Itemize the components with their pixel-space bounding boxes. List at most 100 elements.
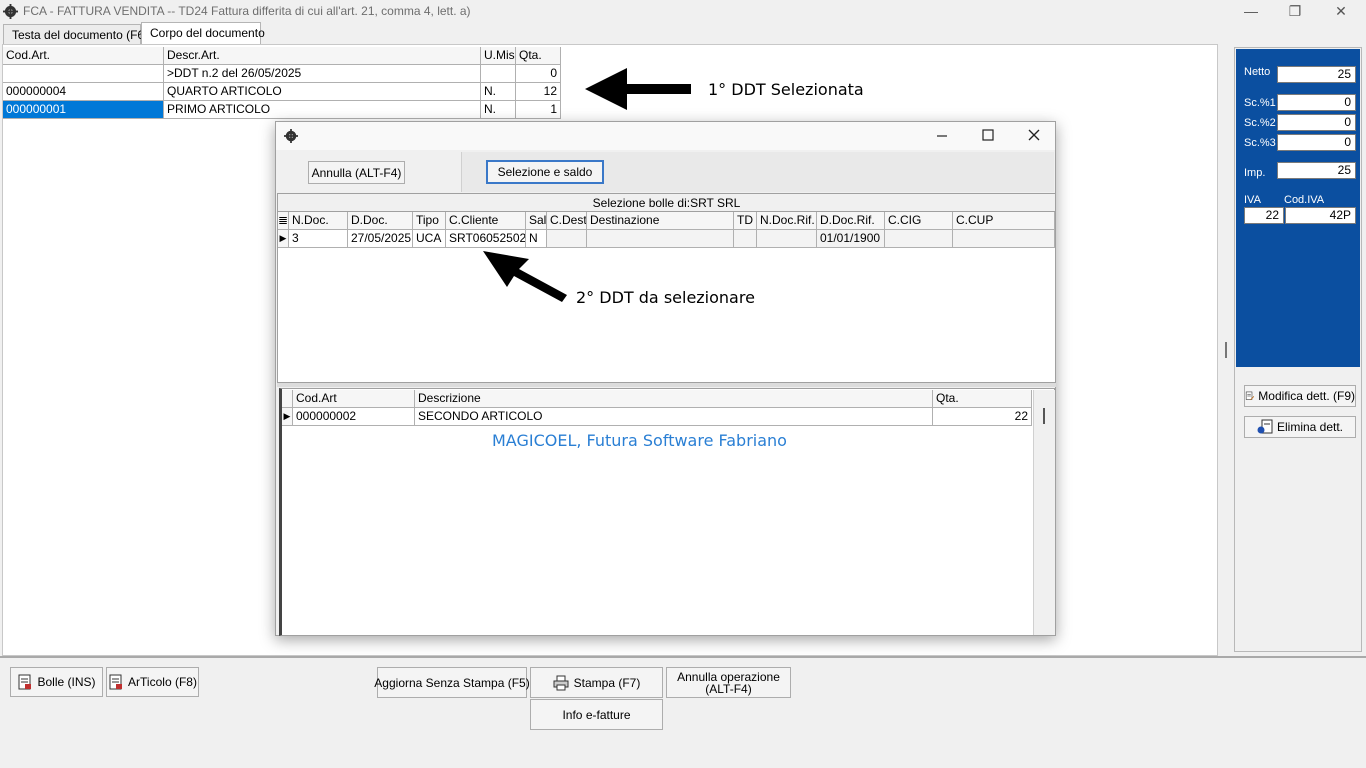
col-cod-art[interactable]: Cod.Art. bbox=[3, 47, 164, 65]
table-row-cell[interactable]: 12 bbox=[516, 83, 561, 101]
table-row-cell[interactable] bbox=[885, 230, 953, 248]
iva-field[interactable]: 22 bbox=[1244, 207, 1284, 224]
table-row-cell[interactable] bbox=[757, 230, 817, 248]
col-td[interactable]: TD bbox=[734, 212, 757, 230]
col-ndoc[interactable]: N.Doc. bbox=[289, 212, 348, 230]
annulla-operazione-label-1: Annulla operazione bbox=[677, 669, 780, 684]
col-sal[interactable]: Sal bbox=[526, 212, 547, 230]
col-umis[interactable]: U.Mis. bbox=[481, 47, 516, 65]
table-row-cell[interactable]: 000000004 bbox=[3, 83, 164, 101]
sc3-label: Sc.%3 bbox=[1244, 137, 1276, 149]
totals-panel: Netto 25 Sc.%1 0 Sc.%2 0 Sc.%3 0 Imp. 25… bbox=[1236, 49, 1360, 367]
annotation-second-ddt: 2° DDT da selezionare bbox=[576, 288, 755, 307]
bolle-label: Bolle (INS) bbox=[37, 675, 96, 689]
info-efatture-button[interactable]: Info e-fatture bbox=[530, 699, 663, 730]
table-row-cell[interactable] bbox=[953, 230, 1055, 248]
minimize-icon[interactable] bbox=[936, 130, 948, 142]
table-row-cell[interactable]: N bbox=[526, 230, 547, 248]
annulla-operazione-button[interactable]: Annulla operazione (ALT-F4) bbox=[666, 667, 791, 698]
dialog-splitter[interactable] bbox=[277, 383, 1056, 387]
detail-scrollbar[interactable] bbox=[1033, 390, 1055, 635]
table-row-cell[interactable]: 27/05/2025 bbox=[348, 230, 413, 248]
col-cod-art-detail[interactable]: Cod.Art bbox=[293, 390, 415, 408]
gear-app-icon bbox=[284, 129, 298, 143]
articolo-button[interactable]: ArTicolo (F8) bbox=[106, 667, 199, 697]
col-descr-art[interactable]: Descr.Art. bbox=[164, 47, 481, 65]
col-ccig[interactable]: C.CIG bbox=[885, 212, 953, 230]
col-cdest[interactable]: C.Dest. bbox=[547, 212, 587, 230]
col-destinazione[interactable]: Destinazione bbox=[587, 212, 734, 230]
table-row-cell[interactable] bbox=[587, 230, 734, 248]
table-row-cell[interactable]: UCA bbox=[413, 230, 446, 248]
selezione-bolle-dialog: Annulla (ALT-F4) Selezione e saldo Selez… bbox=[275, 121, 1056, 636]
table-row-cell[interactable]: 22 bbox=[933, 408, 1032, 426]
codiva-field[interactable]: 42P bbox=[1285, 207, 1356, 224]
col-ddoc[interactable]: D.Doc. bbox=[348, 212, 413, 230]
annulla-operazione-label-2: (ALT-F4) bbox=[705, 681, 752, 696]
netto-label: Netto bbox=[1244, 66, 1271, 78]
sc1-label: Sc.%1 bbox=[1244, 97, 1276, 109]
restore-button[interactable]: ❐ bbox=[1272, 0, 1318, 23]
dialog-title-bar bbox=[276, 122, 1055, 150]
document-icon bbox=[109, 674, 123, 690]
table-row-cell[interactable]: 01/01/1900 bbox=[817, 230, 885, 248]
iva-label: IVA bbox=[1244, 194, 1261, 206]
sc3-field[interactable]: 0 bbox=[1277, 134, 1356, 151]
table-row-cell[interactable]: SECONDO ARTICOLO bbox=[415, 408, 933, 426]
table-row-cell[interactable] bbox=[481, 65, 516, 83]
table-row-cell[interactable]: 000000002 bbox=[293, 408, 415, 426]
table-row-cell[interactable]: >DDT n.2 del 26/05/2025 bbox=[164, 65, 481, 83]
table-row-cell[interactable]: 0 bbox=[516, 65, 561, 83]
table-row-cell[interactable]: SRT06052502S bbox=[446, 230, 526, 248]
annulla-dialog-button[interactable]: Annulla (ALT-F4) bbox=[308, 161, 405, 184]
arrow-up-left-icon bbox=[483, 251, 567, 302]
table-row-cell[interactable]: QUARTO ARTICOLO bbox=[164, 83, 481, 101]
table-row-cell[interactable]: N. bbox=[481, 83, 516, 101]
table-row-cell[interactable]: 3 bbox=[289, 230, 348, 248]
grid-title: Selezione bolle di:SRT SRL bbox=[277, 193, 1056, 212]
table-row-cell[interactable]: N. bbox=[481, 101, 516, 119]
edit-document-icon bbox=[1245, 391, 1255, 401]
aggiorna-senza-stampa-button[interactable]: Aggiorna Senza Stampa (F5) bbox=[374, 667, 530, 698]
modifica-dettaglio-label: Modifica dett. (F9) bbox=[1258, 389, 1355, 403]
col-descrizione-detail[interactable]: Descrizione bbox=[415, 390, 933, 408]
printer-icon bbox=[553, 675, 569, 690]
col-qta[interactable]: Qta. bbox=[516, 47, 561, 65]
imp-field[interactable]: 25 bbox=[1277, 162, 1356, 179]
close-button[interactable]: ✕ bbox=[1318, 0, 1364, 23]
table-row-cell[interactable] bbox=[3, 65, 164, 83]
scrollbar-thumb[interactable] bbox=[1043, 408, 1045, 424]
col-ddocrif[interactable]: D.Doc.Rif. bbox=[817, 212, 885, 230]
minimize-button[interactable]: — bbox=[1228, 0, 1274, 23]
document-icon bbox=[18, 674, 32, 690]
maximize-icon[interactable] bbox=[982, 129, 994, 141]
netto-field[interactable]: 25 bbox=[1277, 66, 1356, 83]
selezione-saldo-button[interactable]: Selezione e saldo bbox=[486, 160, 604, 184]
col-qta-detail[interactable]: Qta. bbox=[933, 390, 1032, 408]
elimina-dettaglio-button[interactable]: Elimina dett. bbox=[1244, 416, 1356, 438]
modifica-dettaglio-button[interactable]: Modifica dett. (F9) bbox=[1244, 385, 1356, 407]
table-row-cell-selected[interactable]: 000000001 bbox=[3, 101, 164, 119]
col-ccliente[interactable]: C.Cliente bbox=[446, 212, 526, 230]
imp-label: Imp. bbox=[1244, 167, 1266, 179]
gear-app-icon bbox=[3, 4, 18, 19]
col-ccup[interactable]: C.CUP bbox=[953, 212, 1055, 230]
sc2-field[interactable]: 0 bbox=[1277, 114, 1356, 131]
tab-corpo-documento[interactable]: Corpo del documento bbox=[141, 22, 265, 44]
row-header-icon: ≣ bbox=[278, 212, 289, 230]
col-ndocrif[interactable]: N.Doc.Rif. bbox=[757, 212, 817, 230]
col-tipo[interactable]: Tipo bbox=[413, 212, 446, 230]
close-icon[interactable] bbox=[1028, 129, 1040, 141]
table-row-cell[interactable] bbox=[734, 230, 757, 248]
table-row-cell[interactable] bbox=[547, 230, 587, 248]
tab-testa-documento[interactable]: Testa del documento (F6) bbox=[3, 24, 148, 44]
sc1-field[interactable]: 0 bbox=[1277, 94, 1356, 111]
table-row-cell[interactable]: PRIMO ARTICOLO bbox=[164, 101, 481, 119]
window-title: FCA - FATTURA VENDITA -- TD24 Fattura di… bbox=[23, 4, 471, 18]
annotation-first-ddt: 1° DDT Selezionata bbox=[708, 80, 864, 99]
stampa-button[interactable]: Stampa (F7) bbox=[530, 667, 663, 698]
codiva-label: Cod.IVA bbox=[1284, 194, 1325, 206]
bolle-button[interactable]: Bolle (INS) bbox=[10, 667, 103, 697]
splitter-handle[interactable] bbox=[1225, 342, 1227, 358]
table-row-cell[interactable]: 1 bbox=[516, 101, 561, 119]
